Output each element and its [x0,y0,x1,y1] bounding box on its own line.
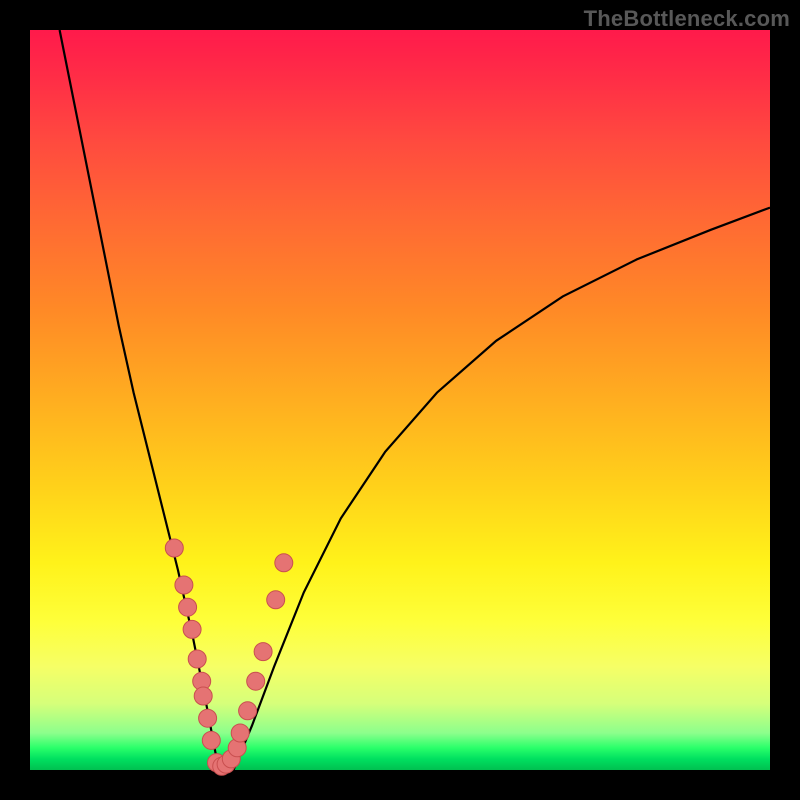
data-point-markers [165,539,292,775]
data-point [231,724,249,742]
chart-frame: TheBottleneck.com [0,0,800,800]
data-point [175,576,193,594]
data-point [239,702,257,720]
chart-svg [30,30,770,770]
bottleneck-curve [60,30,770,770]
data-point [188,650,206,668]
data-point [254,643,272,661]
data-point [199,709,217,727]
data-point [267,591,285,609]
data-point [183,620,201,638]
data-point [247,672,265,690]
data-point [194,687,212,705]
plot-area [30,30,770,770]
data-point [275,554,293,572]
data-point [202,731,220,749]
data-point [165,539,183,557]
watermark-text: TheBottleneck.com [584,6,790,32]
data-point [179,598,197,616]
